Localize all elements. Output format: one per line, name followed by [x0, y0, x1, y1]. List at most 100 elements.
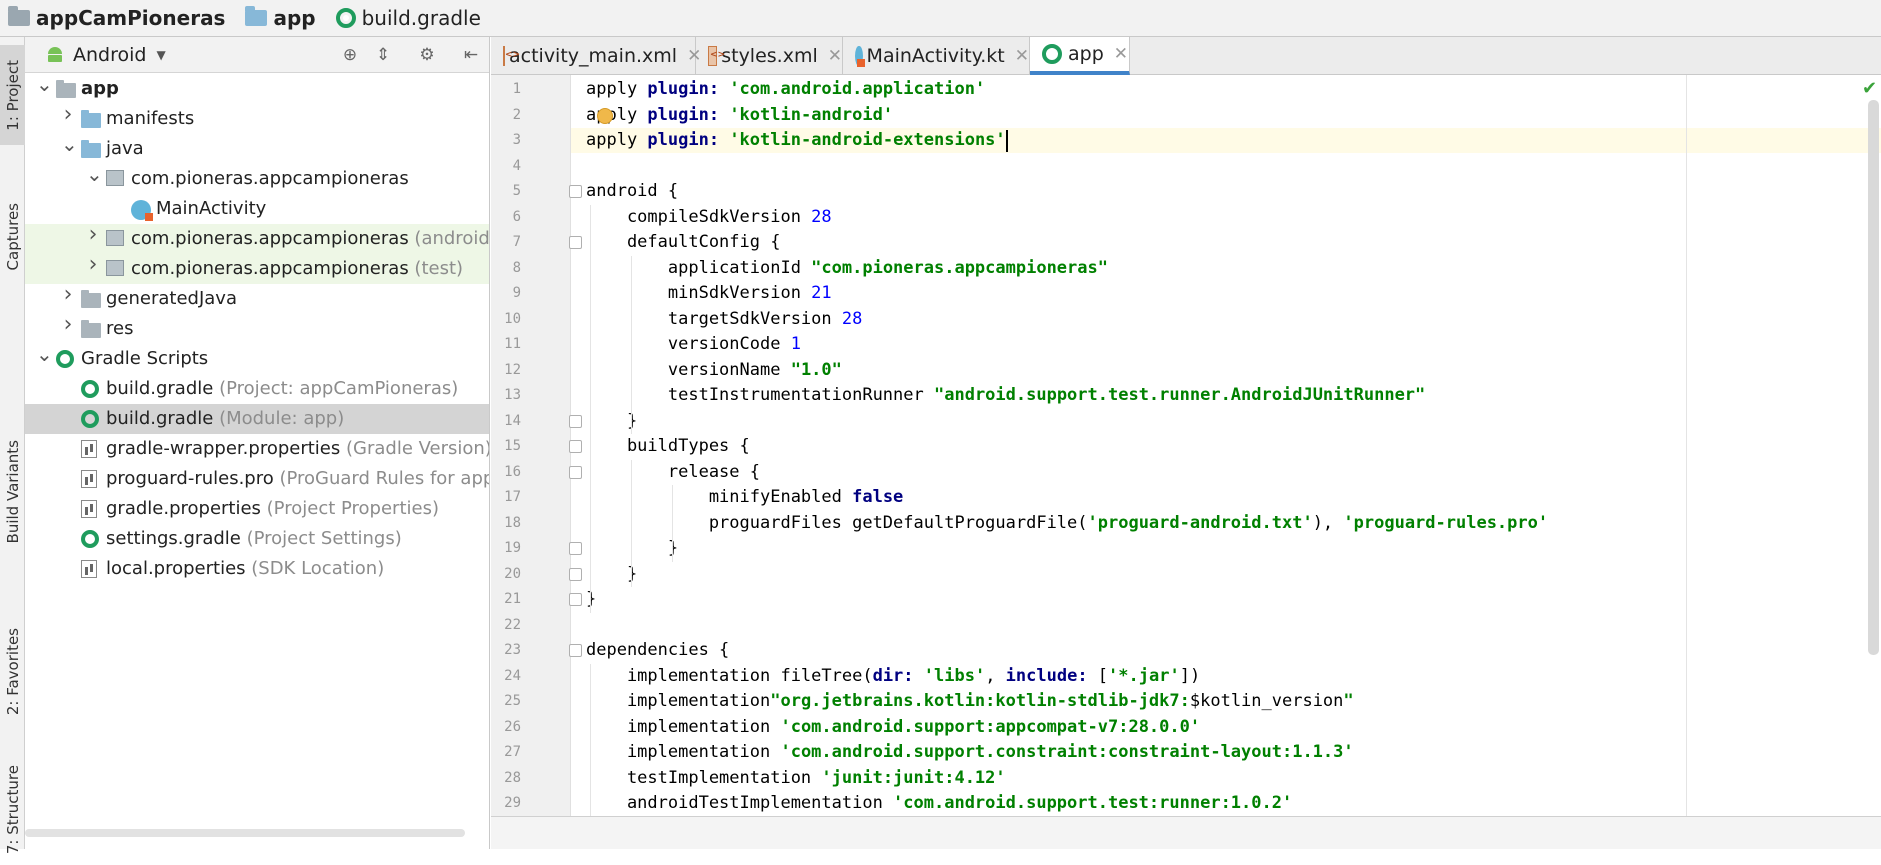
fold-marker-icon[interactable]: [569, 440, 582, 453]
horizontal-scrollbar[interactable]: [25, 829, 465, 837]
code-line: buildTypes {: [586, 434, 750, 459]
fold-marker-icon[interactable]: [569, 593, 582, 606]
fold-marker-icon[interactable]: [569, 567, 582, 581]
captures-tool-label: Captures: [3, 203, 22, 271]
tab-activity-main-xml[interactable]: activity_main.xml ✕: [491, 37, 701, 75]
code-token: apply: [586, 104, 648, 125]
indent-guide: [590, 663, 591, 816]
code-line: compileSdkVersion 28: [586, 205, 832, 230]
line-number: 26: [504, 718, 521, 735]
code-token: minifyEnabled: [586, 487, 853, 507]
view-mode-select[interactable]: Android: [73, 44, 146, 66]
tree-item[interactable]: ⌄ java: [25, 134, 489, 164]
close-icon[interactable]: ✕: [1015, 46, 1029, 66]
properties-file-icon: [81, 500, 97, 518]
tree-item[interactable]: ⌄ app: [25, 74, 489, 104]
captures-tool-tab[interactable]: Captures: [0, 177, 25, 297]
breadcrumb-file[interactable]: build.gradle: [328, 0, 493, 37]
collapse-all-icon[interactable]: ⇕: [373, 45, 393, 65]
favorites-tool-tab[interactable]: 2: Favorites: [0, 612, 25, 732]
tree-item[interactable]: settings.gradle (Project Settings): [25, 524, 489, 554]
fold-marker-icon[interactable]: [569, 644, 582, 657]
line-number: 20: [504, 565, 521, 582]
tree-item-text: Gradle Scripts: [81, 348, 208, 369]
fold-marker-icon[interactable]: [569, 542, 582, 555]
fold-marker-icon[interactable]: [569, 465, 582, 479]
gear-icon[interactable]: ⚙: [417, 45, 437, 65]
tree-item[interactable]: MainActivity: [25, 194, 489, 224]
tree-item[interactable]: › com.pioneras.appcampioneras (androidTes…: [25, 224, 489, 254]
fold-marker-icon[interactable]: [569, 185, 582, 198]
chevron-right-icon[interactable]: ›: [61, 284, 75, 306]
tree-item[interactable]: local.properties (SDK Location): [25, 554, 489, 584]
left-tool-strip: 1: Project Captures Build Variants 2: Fa…: [0, 37, 25, 855]
tree-item[interactable]: › res: [25, 314, 489, 344]
breadcrumb-label: build.gradle: [361, 6, 481, 30]
tree-item[interactable]: gradle.properties (Project Properties): [25, 494, 489, 524]
navigation-bar: appCamPioneras app build.gradle: [0, 0, 1881, 37]
tree-item[interactable]: ⌄ com.pioneras.appcampioneras: [25, 164, 489, 194]
tab-styles-xml[interactable]: styles.xml ✕: [696, 37, 843, 75]
tree-item-label: generatedJava: [106, 288, 237, 309]
tree-item[interactable]: proguard-rules.pro (ProGuard Rules for a…: [25, 464, 490, 494]
fold-marker-icon[interactable]: [569, 414, 582, 428]
code-line: android {: [586, 179, 678, 204]
fold-marker-icon[interactable]: [569, 236, 582, 249]
line-number: 6: [512, 208, 521, 225]
close-icon[interactable]: ✕: [828, 46, 842, 66]
code-token: }: [586, 589, 597, 609]
tree-item-hint: (Module: app): [213, 408, 345, 429]
breadcrumb-project[interactable]: appCamPioneras: [0, 0, 237, 37]
tree-item-hint: (SDK Location): [245, 558, 385, 579]
tab-label: styles.xml: [721, 45, 818, 67]
tree-item[interactable]: › generatedJava: [25, 284, 489, 314]
line-number: 10: [504, 310, 521, 327]
code-line: dependencies {: [586, 638, 729, 663]
breadcrumb-module[interactable]: app: [237, 0, 327, 37]
chevron-right-icon[interactable]: ›: [86, 224, 100, 246]
tree-item-label: proguard-rules.pro: [106, 468, 274, 489]
line-number: 24: [504, 667, 521, 684]
code-line: }: [586, 536, 678, 561]
gradle-icon: [81, 530, 99, 548]
code-token: 'junit:junit:4.12': [821, 767, 1006, 788]
close-icon[interactable]: ✕: [1114, 44, 1128, 64]
chevron-down-icon[interactable]: ⌄: [36, 344, 53, 364]
chevron-right-icon[interactable]: ›: [61, 104, 75, 126]
module-folder-icon: [56, 80, 76, 98]
tab-app-build-gradle[interactable]: app ✕: [1030, 37, 1130, 75]
code-token: false: [852, 487, 904, 507]
chevron-right-icon[interactable]: ›: [86, 254, 100, 276]
lightbulb-icon[interactable]: [597, 107, 613, 124]
tree-item[interactable]: gradle-wrapper.properties (Gradle Versio…: [25, 434, 489, 464]
right-margin-guide: [1686, 75, 1687, 816]
project-panel-header: Android ▼ ⊕ ⇕ ⚙ ⇤: [25, 37, 489, 73]
indent-guide: [630, 255, 632, 434]
code-token: implementation: [586, 742, 781, 762]
chevron-right-icon[interactable]: ›: [61, 314, 75, 336]
tree-item[interactable]: ⌄ Gradle Scripts: [25, 344, 489, 374]
chevron-down-icon[interactable]: ⌄: [36, 74, 53, 94]
code-token: 'com.android.support.test:runner:1.0.2': [893, 793, 1293, 813]
chevron-down-icon[interactable]: ▼: [156, 48, 165, 62]
tree-item[interactable]: build.gradle (Project: appCamPioneras): [25, 374, 489, 404]
hide-panel-icon[interactable]: ⇤: [461, 45, 481, 65]
tree-item-label: com.pioneras.appcampioneras: [131, 228, 409, 249]
line-number: 17: [504, 489, 521, 505]
build-variants-tool-tab[interactable]: Build Variants: [0, 412, 25, 572]
vertical-scrollbar[interactable]: [1868, 100, 1879, 655]
tab-label: app: [1068, 43, 1104, 65]
tree-item[interactable]: › manifests: [25, 104, 489, 134]
code-token: ),: [1312, 512, 1344, 533]
tree-item[interactable]: build.gradle (Module: app): [25, 404, 489, 434]
chevron-down-icon[interactable]: ⌄: [61, 134, 78, 154]
tree-item-hint: (ProGuard Rules for app): [273, 468, 490, 489]
code-editor[interactable]: 1 2 3 4 5 6 7 8 9 10 11 12 13 14 15 16 17 18 19 20 21 22 23 24 2…: [491, 75, 1881, 816]
tree-item[interactable]: › com.pioneras.appcampioneras (test): [25, 254, 489, 284]
scroll-from-source-icon[interactable]: ⊕: [340, 45, 360, 65]
tree-item-text: build.gradle (Module: app): [106, 408, 344, 429]
code-line: versionCode 1: [586, 332, 801, 357]
project-tool-tab[interactable]: 1: Project: [0, 45, 25, 145]
chevron-down-icon[interactable]: ⌄: [86, 164, 103, 184]
tab-main-activity-kt[interactable]: MainActivity.kt ✕: [843, 37, 1030, 75]
